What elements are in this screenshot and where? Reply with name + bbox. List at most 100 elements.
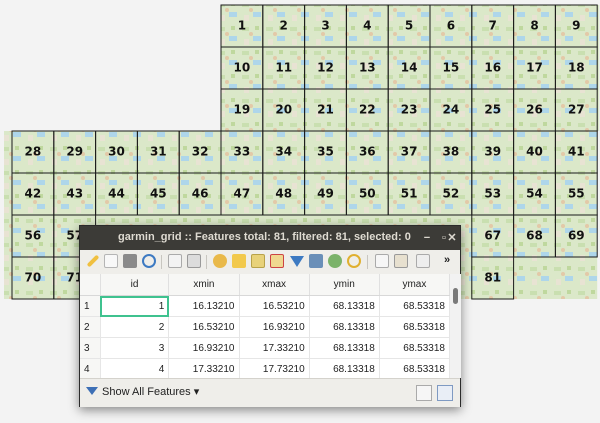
cell-ymin[interactable]: 68.13318	[309, 337, 380, 359]
attribute-table-window[interactable]: garmin_grid :: Features total: 81, filte…	[79, 225, 461, 407]
row-number[interactable]: 3	[80, 337, 101, 359]
column-header-ymin[interactable]: ymin	[309, 274, 380, 296]
filter-label: Show All Features	[102, 386, 191, 398]
select-all-icon[interactable]	[232, 254, 246, 268]
grid-cell-label: 44	[108, 187, 125, 201]
corner-header[interactable]	[80, 274, 101, 296]
form-view-icon[interactable]	[416, 385, 432, 401]
multi-edit-icon[interactable]	[104, 254, 118, 268]
chevron-down-icon: ▾	[193, 386, 200, 398]
grid-cell-label: 14	[401, 61, 418, 75]
grid-cell-label: 16	[484, 61, 501, 75]
grid-cell-label: 51	[401, 187, 418, 201]
grid-cell-label: 35	[317, 145, 334, 159]
cell-ymax[interactable]: 68.53318	[379, 295, 450, 317]
deselect-all-icon[interactable]	[270, 254, 284, 268]
grid-cell-label: 3	[321, 19, 329, 33]
row-number[interactable]: 2	[80, 316, 101, 338]
cell-id[interactable]: 2	[100, 316, 170, 338]
scrollbar-thumb[interactable]	[453, 288, 458, 304]
cell-xmin[interactable]: 16.13210	[168, 295, 240, 317]
cell-ymax[interactable]: 68.53318	[379, 337, 450, 359]
cell-xmax[interactable]: 17.73210	[239, 358, 310, 378]
cell-xmin[interactable]: 16.53210	[168, 316, 240, 338]
toggle-editing-icon[interactable]	[86, 254, 100, 268]
grid-cell-label: 39	[484, 145, 501, 159]
grid-cell-label: 37	[401, 145, 418, 159]
grid-cell-label: 53	[484, 187, 501, 201]
table-header-row: id xmin xmax ymin ymax	[80, 274, 450, 296]
pan-to-selected-icon[interactable]	[328, 254, 342, 268]
table-row[interactable]: 4 4 17.33210 17.73210 68.13318 68.53318	[80, 358, 450, 378]
cell-xmin[interactable]: 16.93210	[168, 337, 240, 359]
grid-cell-label: 10	[234, 61, 251, 75]
select-by-expression-icon[interactable]	[213, 254, 227, 268]
cell-xmax[interactable]: 16.53210	[239, 295, 310, 317]
cell-ymax[interactable]: 68.53318	[379, 316, 450, 338]
cell-xmin[interactable]: 17.33210	[168, 358, 240, 378]
cell-xmax[interactable]: 16.93210	[239, 316, 310, 338]
save-edits-icon[interactable]	[123, 254, 137, 268]
show-features-filter-button[interactable]: Show All Features ▾	[86, 385, 199, 401]
attribute-statusbar: Show All Features ▾	[80, 378, 460, 407]
grid-cell-label: 1	[238, 19, 246, 33]
window-titlebar[interactable]: garmin_grid :: Features total: 81, filte…	[80, 226, 460, 250]
grid-cell-label: 48	[275, 187, 292, 201]
grid-cell-label: 52	[443, 187, 460, 201]
column-header-id[interactable]: id	[100, 274, 170, 296]
invert-selection-icon[interactable]	[251, 254, 265, 268]
grid-cell-label: 55	[568, 187, 585, 201]
table-view-icon[interactable]	[437, 385, 453, 401]
cell-id[interactable]: 3	[100, 337, 170, 359]
map-canvas[interactable]: 1 2 3 4 5 6 7 8 9 10 11 12 13 14 15 16 17 18 19 20 21 22 23 24 2…	[0, 0, 600, 423]
move-selection-to-top-icon[interactable]	[309, 254, 323, 268]
row-number[interactable]: 4	[80, 358, 101, 378]
grid-cell-label: 30	[108, 145, 125, 159]
grid-cell-label: 47	[234, 187, 251, 201]
row-number[interactable]: 1	[80, 295, 101, 317]
grid-cell-label: 36	[359, 145, 376, 159]
toolbar-separator	[367, 255, 368, 269]
column-header-xmax[interactable]: xmax	[239, 274, 310, 296]
new-field-icon[interactable]	[416, 254, 430, 268]
vertical-scrollbar[interactable]	[450, 274, 461, 378]
toolbar-overflow-button[interactable]: »	[444, 254, 458, 268]
cell-id[interactable]: 4	[100, 358, 170, 378]
cell-ymin[interactable]: 68.13318	[309, 316, 380, 338]
attribute-toolbar: »	[80, 250, 460, 275]
attribute-table[interactable]: id xmin xmax ymin ymax 1 1 16.13210 16.5…	[80, 274, 450, 378]
grid-cell-label: 24	[443, 103, 460, 117]
reload-icon[interactable]	[142, 254, 156, 268]
grid-cell-label: 49	[317, 187, 334, 201]
table-row[interactable]: 2 2 16.53210 16.93210 68.13318 68.53318	[80, 316, 450, 338]
close-button[interactable]: ✕	[444, 230, 460, 246]
grid-cell-label: 9	[572, 19, 580, 33]
zoom-to-selected-icon[interactable]	[347, 254, 361, 268]
grid-cell-label: 23	[401, 103, 418, 117]
column-header-xmin[interactable]: xmin	[168, 274, 240, 296]
cell-xmax[interactable]: 17.33210	[239, 337, 310, 359]
paste-icon[interactable]	[394, 254, 408, 268]
grid-cell-label: 21	[317, 103, 334, 117]
cell-ymin[interactable]: 68.13318	[309, 358, 380, 378]
grid-cell-label: 15	[443, 61, 460, 75]
column-header-ymax[interactable]: ymax	[379, 274, 450, 296]
minimize-button[interactable]: −	[419, 230, 435, 246]
grid-cell-label: 20	[275, 103, 292, 117]
delete-feature-icon[interactable]	[187, 254, 201, 268]
grid-cell-label: 69	[568, 229, 585, 243]
cell-ymin[interactable]: 68.13318	[309, 295, 380, 317]
cell-id[interactable]: 1	[100, 295, 170, 317]
grid-cell-label: 8	[530, 19, 538, 33]
filter-icon[interactable]	[290, 256, 304, 267]
grid-cell-label: 31	[150, 145, 167, 159]
grid-cell-label: 43	[66, 187, 83, 201]
add-feature-icon[interactable]	[168, 254, 182, 268]
table-row[interactable]: 1 1 16.13210 16.53210 68.13318 68.53318	[80, 295, 450, 317]
table-row[interactable]: 3 3 16.93210 17.33210 68.13318 68.53318	[80, 337, 450, 359]
grid-cell-label: 7	[489, 19, 497, 33]
copy-icon[interactable]	[375, 254, 389, 268]
toolbar-separator	[161, 255, 162, 269]
grid-cell-label: 54	[526, 187, 543, 201]
cell-ymax[interactable]: 68.53318	[379, 358, 450, 378]
